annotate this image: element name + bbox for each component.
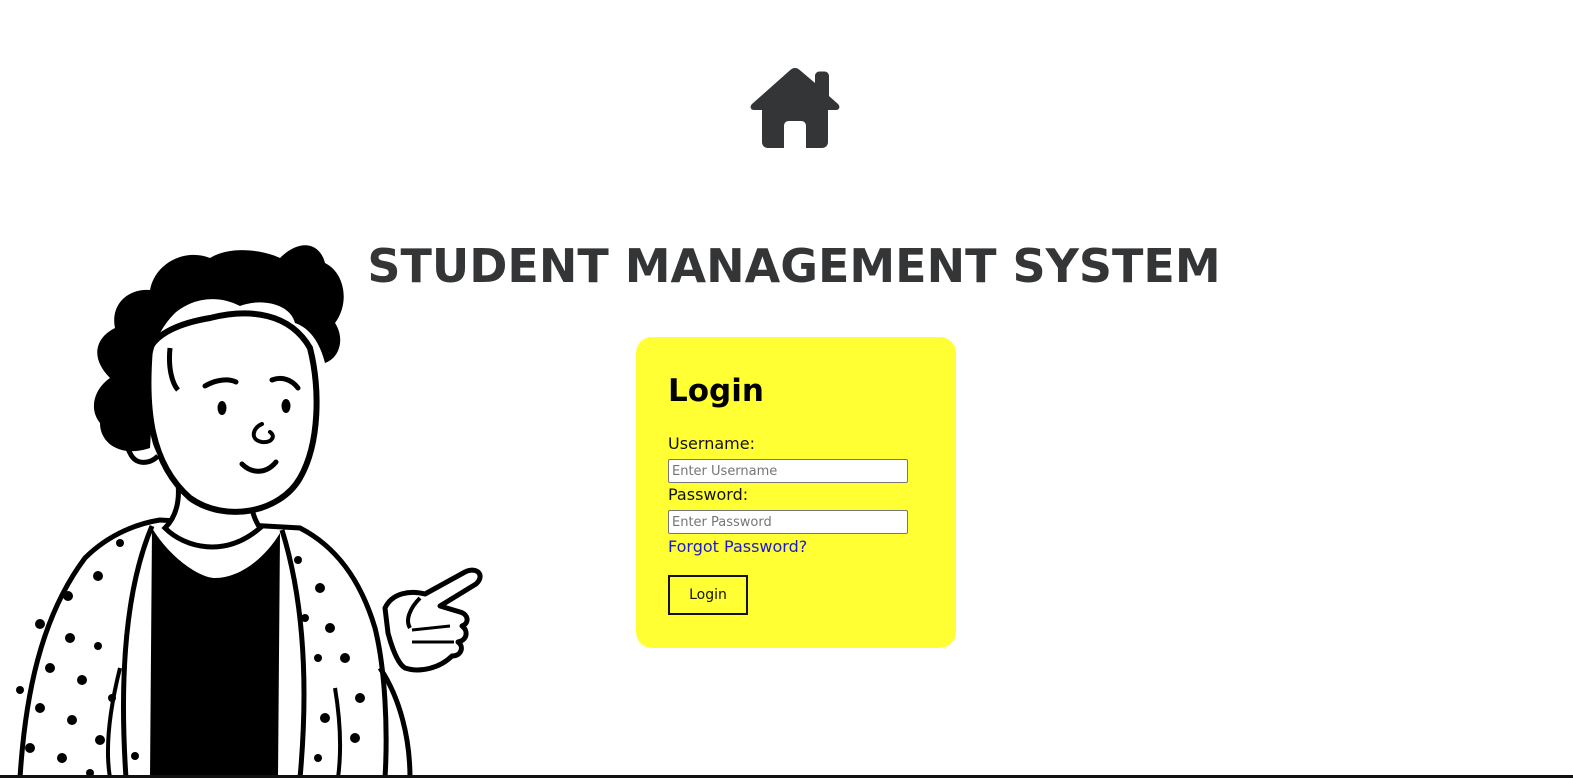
home-icon[interactable] bbox=[749, 66, 841, 148]
forgot-password-link[interactable]: Forgot Password? bbox=[668, 537, 807, 557]
login-card: Login Username: Password: Forgot Passwor… bbox=[636, 337, 956, 648]
login-page: STUDENT MANAGEMENT SYSTEM Login Username… bbox=[0, 0, 1573, 778]
pointing-person-illustration bbox=[16, 245, 483, 778]
login-button[interactable]: Login bbox=[668, 575, 748, 615]
username-label: Username: bbox=[668, 434, 755, 453]
login-heading: Login bbox=[668, 373, 764, 409]
password-label: Password: bbox=[668, 485, 749, 504]
username-input[interactable] bbox=[668, 459, 908, 483]
password-input[interactable] bbox=[668, 510, 908, 534]
